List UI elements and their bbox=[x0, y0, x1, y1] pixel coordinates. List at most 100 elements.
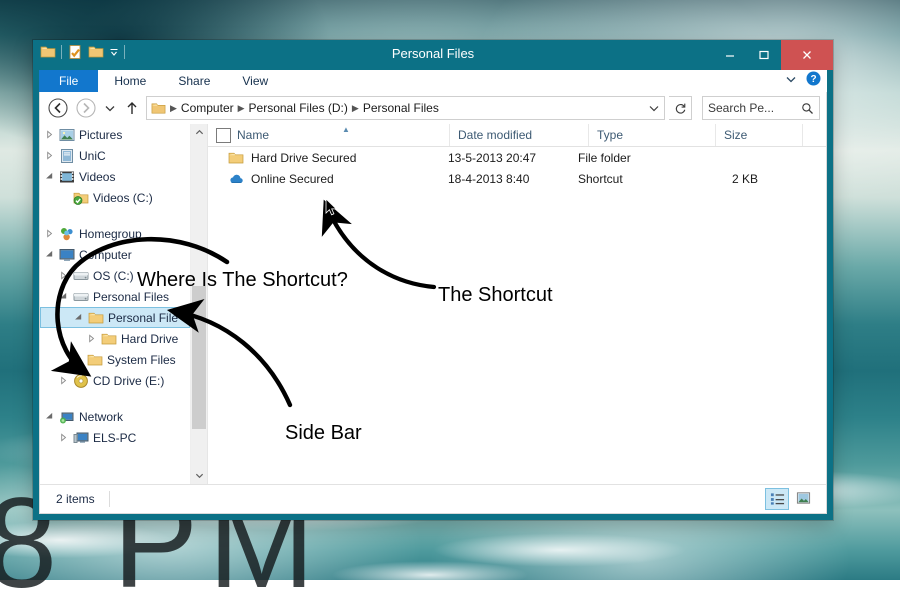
cd-icon bbox=[73, 373, 89, 389]
sort-indicator-icon: ▲ bbox=[342, 125, 350, 134]
sidebar-item-system-files[interactable]: System Files bbox=[40, 349, 190, 370]
sidebar-item-unic[interactable]: UniC bbox=[40, 145, 190, 166]
column-header-size[interactable]: Size bbox=[715, 124, 802, 146]
sidebar-item-label: Videos (C:) bbox=[93, 190, 153, 205]
view-buttons[interactable] bbox=[765, 488, 826, 510]
back-arrow-icon[interactable] bbox=[46, 96, 70, 120]
sidebar-item-label: Personal File bbox=[108, 310, 179, 325]
file-date-modified: 18-4-2013 8:40 bbox=[448, 171, 530, 186]
chevron-down-icon[interactable] bbox=[784, 72, 798, 91]
tab-view[interactable]: View bbox=[226, 70, 284, 92]
chevron-down-icon[interactable] bbox=[648, 102, 660, 114]
sidebar-item-label: OS (C:) bbox=[93, 268, 134, 283]
file-name: Online Secured bbox=[251, 171, 334, 186]
cloud-icon bbox=[228, 171, 244, 187]
sidebar-item-label: CD Drive (E:) bbox=[93, 373, 165, 388]
large-icons-view-icon[interactable] bbox=[792, 488, 814, 508]
tab-home[interactable]: Home bbox=[98, 70, 162, 92]
sidebar-item-cd-drive-e[interactable]: CD Drive (E:) bbox=[40, 370, 190, 391]
search-input-value[interactable]: Search Pe... bbox=[708, 101, 801, 115]
forward-arrow-icon[interactable] bbox=[74, 96, 98, 120]
file-date-modified: 13-5-2013 20:47 bbox=[448, 150, 537, 165]
column-header-extra[interactable] bbox=[802, 124, 826, 146]
sidebar-item-els-pc[interactable]: ELS-PC bbox=[40, 427, 190, 448]
tree-twisty-icon[interactable] bbox=[44, 250, 55, 259]
sidebar-item-computer[interactable]: Computer bbox=[40, 244, 190, 265]
breadcrumb-separator: ▶ bbox=[237, 102, 245, 113]
folder-icon bbox=[101, 331, 117, 347]
pictures-icon bbox=[59, 127, 75, 143]
ribbon-tabs[interactable]: File Home Share View ? bbox=[39, 70, 827, 92]
tree-twisty-icon[interactable] bbox=[44, 229, 55, 238]
select-all-checkbox[interactable] bbox=[216, 127, 231, 143]
up-arrow-icon[interactable] bbox=[122, 96, 142, 120]
drive-icon bbox=[73, 268, 89, 284]
explorer-window: Personal Files File Home Share View ? ▶ … bbox=[33, 40, 833, 520]
title-bar[interactable]: Personal Files bbox=[33, 40, 833, 70]
recent-locations-icon[interactable] bbox=[102, 96, 118, 120]
close-button[interactable] bbox=[781, 40, 833, 70]
sidebar-item-pictures[interactable]: Pictures bbox=[40, 124, 190, 145]
sidebar-item-hard-drive[interactable]: Hard Drive bbox=[40, 328, 190, 349]
tree-twisty-icon[interactable] bbox=[44, 151, 55, 160]
minimize-button[interactable] bbox=[713, 40, 747, 70]
sidebar-item-videos[interactable]: Videos bbox=[40, 166, 190, 187]
status-divider bbox=[108, 491, 110, 507]
sidebar-item-label: Homegroup bbox=[79, 226, 142, 241]
sidebar-item-label: Videos bbox=[79, 169, 116, 184]
file-type: Shortcut bbox=[578, 171, 623, 186]
details-view-icon[interactable] bbox=[765, 488, 789, 510]
table-row[interactable]: Hard Drive Secured 13-5-2013 20:47 File fo… bbox=[208, 147, 826, 168]
breadcrumb-separator: ▶ bbox=[170, 102, 177, 113]
tree-twisty-icon[interactable] bbox=[58, 433, 69, 442]
search-input[interactable]: Search Pe... bbox=[702, 96, 820, 120]
sidebar-item-homegroup[interactable]: Homegroup bbox=[40, 223, 190, 244]
sidebar-item-videos-c[interactable]: Videos (C:) bbox=[40, 187, 190, 208]
folder-icon bbox=[87, 352, 103, 368]
folder-icon bbox=[228, 150, 244, 166]
maximize-button[interactable] bbox=[747, 40, 781, 70]
tree-twisty-icon[interactable] bbox=[86, 334, 97, 343]
tree-twisty-icon[interactable] bbox=[58, 271, 69, 280]
breadcrumb-computer[interactable]: Computer bbox=[181, 101, 234, 115]
navigation-pane[interactable]: Pictures UniC Videos Videos (C:) Homegroup Co… bbox=[40, 124, 190, 484]
tab-share[interactable]: Share bbox=[162, 70, 226, 92]
table-row[interactable]: Online Secured 18-4-2013 8:40 Shortcut 2 KB bbox=[208, 168, 826, 189]
tree-twisty-icon[interactable] bbox=[73, 313, 84, 322]
tree-twisty-icon[interactable] bbox=[44, 130, 55, 139]
unic-icon bbox=[59, 148, 75, 164]
window-client-area: ▶ Computer ▶ Personal Files (D:) ▶ Perso… bbox=[39, 92, 827, 514]
tree-twisty-icon[interactable] bbox=[72, 355, 83, 364]
search-icon[interactable] bbox=[801, 102, 814, 115]
sidebar-item-personal-file[interactable]: Personal File bbox=[40, 307, 190, 328]
videos-icon bbox=[59, 169, 75, 185]
tree-twisty-icon[interactable] bbox=[58, 292, 69, 301]
folder-sync-icon bbox=[73, 190, 89, 206]
column-header-date-modified[interactable]: Date modified bbox=[449, 124, 588, 146]
scrollbar-thumb[interactable] bbox=[192, 286, 206, 429]
file-rows[interactable]: Hard Drive Secured 13-5-2013 20:47 File fo… bbox=[208, 147, 826, 189]
tab-file[interactable]: File bbox=[39, 70, 99, 92]
file-name: Hard Drive Secured bbox=[251, 150, 357, 165]
tree-twisty-icon[interactable] bbox=[44, 172, 55, 181]
tree-group-gap bbox=[40, 208, 190, 223]
sidebar-item-personal-files[interactable]: Personal Files bbox=[40, 286, 190, 307]
sidebar-item-os-c[interactable]: OS (C:) bbox=[40, 265, 190, 286]
breadcrumb[interactable]: ▶ Computer ▶ Personal Files (D:) ▶ Perso… bbox=[146, 96, 665, 120]
navigation-pane-scrollbar[interactable] bbox=[190, 124, 207, 484]
folder-icon bbox=[88, 310, 104, 326]
column-header-type[interactable]: Type bbox=[588, 124, 715, 146]
breadcrumb-personal-files[interactable]: Personal Files bbox=[363, 101, 439, 115]
window-controls[interactable] bbox=[713, 40, 833, 70]
chevron-down-icon[interactable] bbox=[191, 467, 207, 484]
column-headers[interactable]: Name Date modified Type Size ▲ bbox=[208, 124, 826, 147]
tree-twisty-icon[interactable] bbox=[44, 412, 55, 421]
item-count: 2 items bbox=[56, 492, 95, 506]
breadcrumb-personal-files-d[interactable]: Personal Files (D:) bbox=[249, 101, 348, 115]
refresh-icon[interactable] bbox=[669, 96, 692, 120]
chevron-up-icon[interactable] bbox=[191, 124, 207, 141]
help-icon[interactable]: ? bbox=[806, 71, 821, 91]
tree-twisty-icon[interactable] bbox=[58, 376, 69, 385]
sidebar-item-network[interactable]: Network bbox=[40, 406, 190, 427]
file-list-pane[interactable]: Name Date modified Type Size ▲ Hard Driv… bbox=[207, 124, 826, 484]
